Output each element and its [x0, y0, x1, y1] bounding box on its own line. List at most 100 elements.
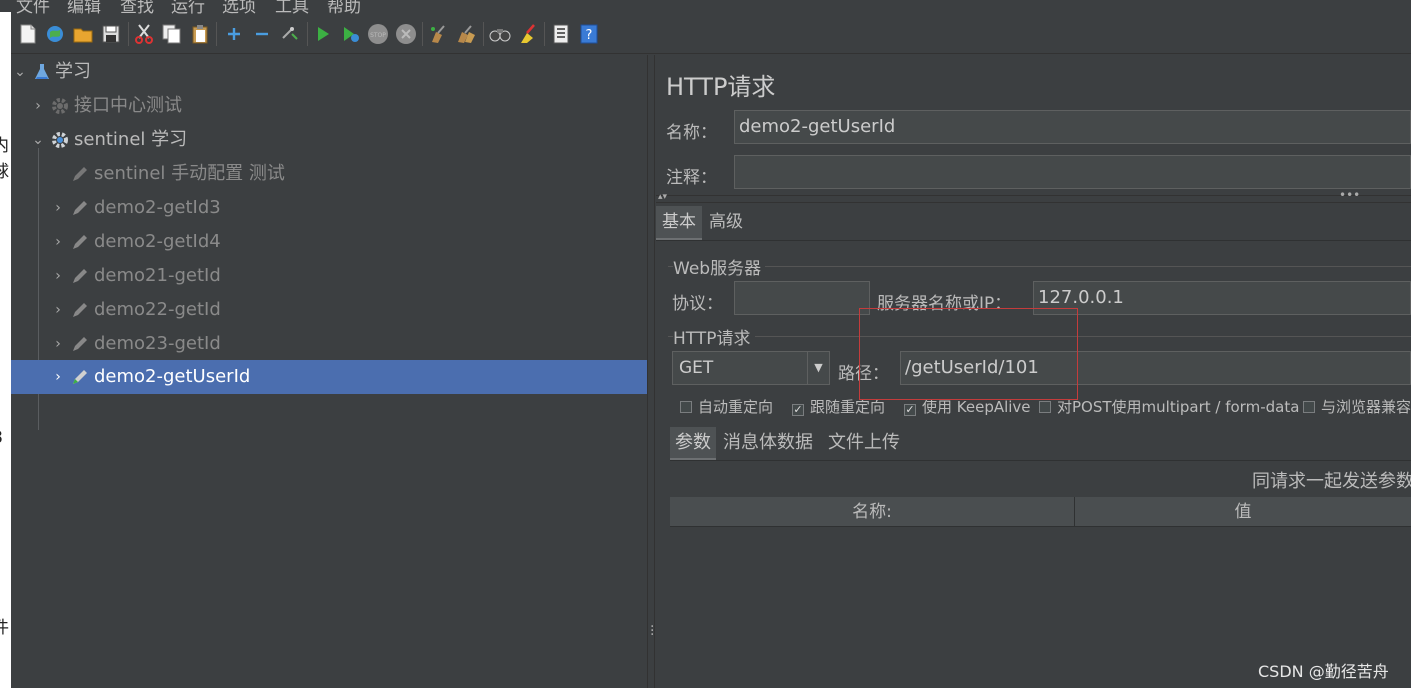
checkbox-browser-compatible[interactable]: 与浏览器兼容: [1303, 398, 1411, 416]
method-select[interactable]: GET ▼: [672, 351, 830, 385]
paste-icon[interactable]: [189, 23, 211, 45]
checkbox-label: 对POST使用multipart / form-data: [1057, 398, 1300, 416]
shutdown-icon[interactable]: [395, 23, 417, 45]
chevron-right-icon[interactable]: ›: [51, 360, 65, 392]
chevron-down-icon[interactable]: ⌄: [31, 124, 45, 156]
checkbox-label: 使用 KeepAlive: [922, 398, 1031, 416]
templates-icon[interactable]: [44, 23, 66, 45]
drag-handle-icon[interactable]: · · ·: [650, 620, 654, 642]
chevron-right-icon[interactable]: ›: [51, 294, 65, 326]
chevron-right-icon[interactable]: ›: [51, 328, 65, 360]
start-icon[interactable]: [312, 23, 334, 45]
tree-item-thread-group[interactable]: › 接口中心测试: [11, 90, 647, 122]
tab-underline: [656, 240, 1411, 241]
tree-item-label: sentinel 学习: [74, 129, 188, 150]
column-header-value[interactable]: 值: [1075, 497, 1411, 527]
pencil-icon: [73, 370, 87, 384]
checkmark-icon[interactable]: ✓: [904, 404, 916, 416]
comment-field[interactable]: [734, 155, 1411, 189]
clear-all-icon[interactable]: [455, 23, 477, 45]
server-field[interactable]: 127.0.0.1: [1033, 281, 1411, 315]
tab-parameters[interactable]: 参数: [670, 427, 716, 461]
pencil-icon: [73, 337, 87, 351]
tree-item-test-plan[interactable]: ⌄ 学习: [11, 56, 647, 88]
doc-char: 8: [0, 428, 3, 448]
cut-icon[interactable]: [133, 23, 155, 45]
copy-icon[interactable]: [161, 23, 183, 45]
collapse-icon[interactable]: [251, 23, 273, 45]
search-icon[interactable]: [489, 23, 511, 45]
new-icon[interactable]: [17, 23, 39, 45]
gear-icon: [52, 98, 68, 114]
menu-tools[interactable]: 工具: [275, 0, 309, 17]
menu-edit[interactable]: 编辑: [67, 0, 101, 17]
checkbox-icon[interactable]: [1039, 401, 1051, 413]
checkbox-multipart[interactable]: 对POST使用multipart / form-data: [1039, 398, 1299, 416]
checkbox-label: 跟随重定向: [810, 398, 886, 416]
chevron-down-icon[interactable]: ⌄: [13, 56, 27, 88]
send-params-label: 同请求一起发送参数: [1252, 471, 1411, 492]
method-value: GET: [679, 358, 714, 378]
expand-icon[interactable]: [223, 23, 245, 45]
checkbox-keepalive[interactable]: ✓ 使用 KeepAlive: [904, 398, 1031, 416]
chevron-down-icon[interactable]: ▼: [807, 352, 829, 384]
tree-item-sampler[interactable]: › demo23-getId: [11, 328, 647, 360]
toolbar-separator: [422, 22, 423, 46]
tree-item-thread-group[interactable]: ⌄ sentinel 学习: [11, 124, 647, 156]
checkmark-icon[interactable]: ✓: [792, 404, 804, 416]
tree-item-sampler[interactable]: › demo2-getId3: [11, 192, 647, 224]
chevron-right-icon[interactable]: ›: [51, 192, 65, 224]
tab-file-upload[interactable]: 文件上传: [828, 427, 900, 461]
toolbar-separator: [128, 22, 129, 46]
tab-advanced[interactable]: 高级: [709, 206, 743, 241]
web-server-group-title: Web服务器: [673, 254, 766, 279]
menu-file[interactable]: 文件: [16, 0, 50, 17]
reset-search-icon[interactable]: [517, 23, 539, 45]
toolbar-separator: [307, 22, 308, 46]
test-plan-tree: ⌄ 学习 › 接口中心测试 ⌄ sentinel 学习 sentinel 手动配…: [11, 55, 647, 688]
pencil-icon: [73, 167, 87, 181]
tab-basic[interactable]: 基本: [656, 206, 702, 241]
checkbox-auto-redirect[interactable]: 自动重定向: [680, 398, 773, 416]
open-icon[interactable]: [72, 23, 94, 45]
tree-item-label: 学习: [55, 61, 91, 82]
function-helper-icon[interactable]: [550, 23, 572, 45]
pencil-icon: [73, 235, 87, 249]
collapse-arrows-icon[interactable]: ▴▾: [658, 192, 667, 202]
tree-item-label: demo21-getId: [94, 265, 221, 286]
start-no-pause-icon[interactable]: [340, 23, 362, 45]
help-icon[interactable]: ?: [578, 23, 600, 45]
stop-icon[interactable]: STOP: [367, 23, 389, 45]
split-pane-divider[interactable]: · · ·: [647, 55, 655, 688]
chevron-right-icon[interactable]: ›: [51, 260, 65, 292]
toolbar-separator: [216, 22, 217, 46]
protocol-field[interactable]: [734, 281, 870, 315]
toggle-icon[interactable]: [279, 23, 301, 45]
clear-icon[interactable]: [427, 23, 449, 45]
tree-item-sampler[interactable]: › demo21-getId: [11, 260, 647, 292]
tree-item-sampler[interactable]: › demo2-getId4: [11, 226, 647, 258]
menu-search[interactable]: 查找: [120, 0, 154, 17]
menu-run[interactable]: 运行: [171, 0, 205, 17]
menu-options[interactable]: 选项: [222, 0, 256, 17]
protocol-label: 协议：: [672, 294, 723, 314]
group-border: [668, 266, 1411, 267]
tree-item-sampler-selected[interactable]: › demo2-getUserId: [11, 360, 647, 394]
checkbox-icon[interactable]: [1303, 401, 1315, 413]
toolbar: STOP ?: [11, 16, 1411, 54]
column-header-name[interactable]: 名称:: [670, 497, 1075, 527]
chevron-right-icon[interactable]: ›: [31, 90, 45, 122]
checkbox-follow-redirect[interactable]: ✓ 跟随重定向: [792, 398, 885, 416]
tree-item-sampler[interactable]: › demo22-getId: [11, 294, 647, 326]
save-icon[interactable]: [100, 23, 122, 45]
watermark: CSDN @勤径苦舟: [1258, 662, 1389, 681]
section-divider[interactable]: ▴▾ •••: [656, 188, 1411, 203]
tree-item-label: demo2-getId3: [94, 197, 221, 218]
menu-help[interactable]: 帮助: [327, 0, 361, 17]
chevron-right-icon[interactable]: ›: [51, 226, 65, 258]
name-field[interactable]: demo2-getUserId: [734, 110, 1411, 144]
checkbox-icon[interactable]: [680, 401, 692, 413]
tree-item-sampler[interactable]: sentinel 手动配置 测试: [11, 158, 647, 190]
drag-handle-icon[interactable]: •••: [1339, 188, 1360, 202]
tab-body-data[interactable]: 消息体数据: [723, 427, 813, 461]
